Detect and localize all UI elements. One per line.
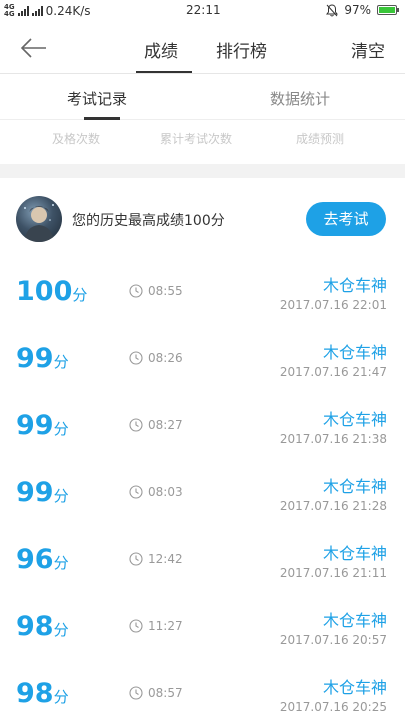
- record-duration: 08:03: [129, 485, 183, 499]
- status-right: 97%: [326, 3, 399, 17]
- exam-record-list: 100分 08:55 木仓车神 2017.07.16 22:01 99分 08:…: [0, 258, 405, 720]
- clear-button[interactable]: 清空: [351, 37, 385, 62]
- record-datetime: 2017.07.16 21:28: [279, 499, 387, 513]
- record-datetime: 2017.07.16 21:47: [279, 365, 387, 379]
- clock-icon: [129, 351, 143, 365]
- duration-value: 08:57: [148, 686, 183, 700]
- tab-leaderboard[interactable]: 排行榜: [216, 37, 267, 62]
- record-datetime: 2017.07.16 21:38: [279, 432, 387, 446]
- record-score: 98分: [16, 611, 69, 642]
- tab-exam-records[interactable]: 考试记录: [67, 88, 127, 109]
- clock-icon: [129, 418, 143, 432]
- stats-row: 及格次数 累计考试次数 成绩预测: [0, 120, 405, 164]
- status-bar: 4G 4G 0.24K/s 22:11 97%: [0, 0, 405, 22]
- score-value: 99: [16, 410, 54, 441]
- record-score: 99分: [16, 410, 69, 441]
- record-username: 木仓车神: [322, 276, 387, 295]
- record-score: 99分: [16, 477, 69, 508]
- record-datetime: 2017.07.16 21:11: [279, 566, 387, 580]
- sub-tabs: 考试记录 数据统计: [0, 74, 405, 120]
- score-unit: 分: [53, 353, 69, 371]
- start-exam-button[interactable]: 去考试: [306, 202, 386, 236]
- record-duration: 11:27: [129, 619, 183, 633]
- clock-icon: [129, 686, 143, 700]
- score-value: 100: [16, 276, 73, 307]
- list-item[interactable]: 96分 12:42 木仓车神 2017.07.16 21:11: [0, 526, 405, 593]
- duration-value: 11:27: [148, 619, 183, 633]
- battery-icon: [377, 5, 399, 15]
- record-score: 96分: [16, 544, 69, 575]
- avatar-image: [24, 204, 54, 242]
- score-unit: 分: [53, 554, 69, 572]
- list-item[interactable]: 100分 08:55 木仓车神 2017.07.16 22:01: [0, 258, 405, 325]
- record-username: 木仓车神: [322, 544, 387, 563]
- active-tab-indicator: [136, 71, 192, 73]
- network-indicator: 4G 4G: [4, 4, 15, 18]
- record-score: 100分: [16, 276, 87, 307]
- status-left: 4G 4G 0.24K/s: [4, 4, 91, 19]
- score-unit: 分: [53, 420, 69, 438]
- stat-score-prediction: 成绩预测: [296, 132, 345, 146]
- record-datetime: 2017.07.16 20:57: [279, 633, 387, 647]
- clock-icon: [129, 284, 143, 298]
- signal-icon: [17, 6, 29, 16]
- stat-pass-count: 及格次数: [52, 132, 101, 146]
- record-score: 99分: [16, 343, 69, 374]
- clock-icon: [129, 619, 143, 633]
- duration-value: 12:42: [148, 552, 183, 566]
- record-duration: 08:26: [129, 351, 183, 365]
- record-score: 98分: [16, 678, 69, 709]
- tab-scores[interactable]: 成绩: [144, 37, 178, 62]
- list-item[interactable]: 99分 08:03 木仓车神 2017.07.16 21:28: [0, 459, 405, 526]
- stat-total-exams: 累计考试次数: [160, 132, 233, 146]
- list-item[interactable]: 99分 08:26 木仓车神 2017.07.16 21:47: [0, 325, 405, 392]
- profile-row: 您的历史最高成绩100分 去考试: [0, 178, 405, 258]
- record-username: 木仓车神: [322, 410, 387, 429]
- bell-off-icon: [326, 3, 339, 16]
- record-username: 木仓车神: [322, 678, 387, 697]
- arrow-left-icon: [20, 38, 46, 58]
- signal-icon-2: [31, 6, 43, 16]
- score-unit: 分: [53, 621, 69, 639]
- tab-data-stats[interactable]: 数据统计: [270, 88, 330, 109]
- duration-value: 08:27: [148, 418, 183, 432]
- clock-icon: [129, 552, 143, 566]
- record-username: 木仓车神: [322, 477, 387, 496]
- score-value: 98: [16, 678, 54, 709]
- record-duration: 08:57: [129, 686, 183, 700]
- duration-value: 08:03: [148, 485, 183, 499]
- avatar[interactable]: [16, 196, 62, 242]
- back-button[interactable]: [18, 34, 50, 62]
- score-value: 99: [16, 477, 54, 508]
- record-duration: 08:27: [129, 418, 183, 432]
- score-value: 98: [16, 611, 54, 642]
- battery-level: [379, 7, 395, 13]
- clock-icon: [129, 485, 143, 499]
- score-unit: 分: [53, 487, 69, 505]
- score-value: 96: [16, 544, 54, 575]
- list-item[interactable]: 98分 08:57 木仓车神 2017.07.16 20:25: [0, 660, 405, 720]
- best-score-text: 您的历史最高成绩100分: [72, 213, 225, 229]
- score-unit: 分: [53, 688, 69, 706]
- network-speed: 0.24K/s: [45, 4, 91, 18]
- battery-percent: 97%: [344, 3, 371, 17]
- duration-value: 08:55: [148, 284, 183, 298]
- record-username: 木仓车神: [322, 343, 387, 362]
- list-item[interactable]: 98分 11:27 木仓车神 2017.07.16 20:57: [0, 593, 405, 660]
- duration-value: 08:26: [148, 351, 183, 365]
- record-datetime: 2017.07.16 22:01: [279, 298, 387, 312]
- record-username: 木仓车神: [322, 611, 387, 630]
- top-nav: 成绩 排行榜 清空: [0, 22, 405, 74]
- record-duration: 08:55: [129, 284, 183, 298]
- record-datetime: 2017.07.16 20:25: [279, 700, 387, 714]
- section-divider: [0, 164, 405, 178]
- status-time: 22:11: [186, 3, 221, 17]
- record-duration: 12:42: [129, 552, 183, 566]
- score-value: 99: [16, 343, 54, 374]
- network-label-2: 4G: [4, 10, 15, 18]
- score-unit: 分: [72, 286, 88, 304]
- list-item[interactable]: 99分 08:27 木仓车神 2017.07.16 21:38: [0, 392, 405, 459]
